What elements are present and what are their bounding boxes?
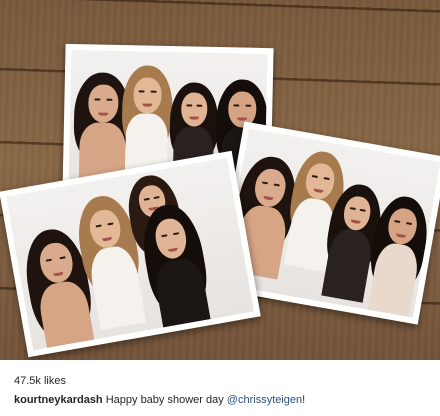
mention-link[interactable]: @chrissyteigen <box>227 394 302 406</box>
post-caption: kourtneykardash Happy baby shower day @c… <box>14 394 430 406</box>
photo-print-front <box>0 150 261 358</box>
post-caption-area: 47.5k likes kourtneykardash Happy baby s… <box>0 360 440 416</box>
caption-end: ! <box>302 394 306 406</box>
username-link[interactable]: kourtneykardash <box>14 394 103 406</box>
caption-text: Happy baby shower day <box>102 394 227 406</box>
likes-count[interactable]: 47.5k likes <box>14 375 66 387</box>
post-photo[interactable] <box>0 0 440 360</box>
